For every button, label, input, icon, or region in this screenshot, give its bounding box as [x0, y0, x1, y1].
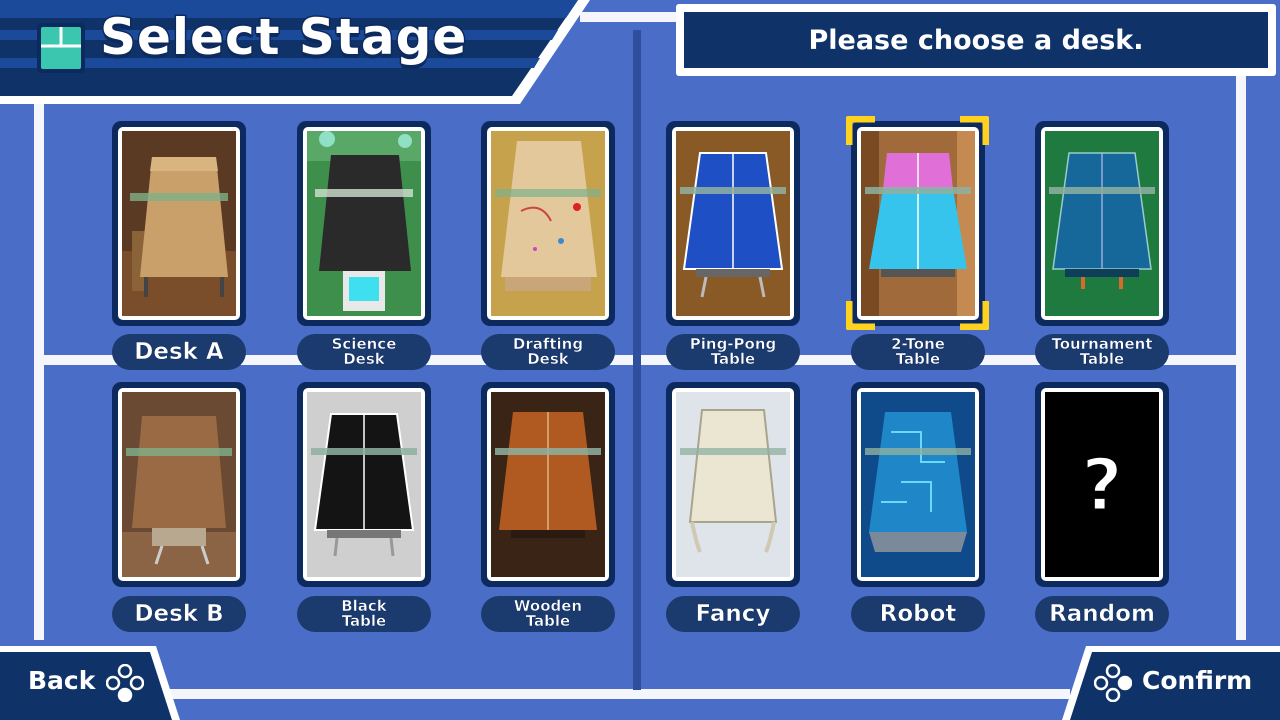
back-label: Back [28, 666, 96, 695]
stage-label-tournament-table: Tournament Table [1035, 334, 1169, 370]
stage-card-tournament-table[interactable] [1035, 121, 1169, 326]
stage-card-desk-a[interactable] [112, 121, 246, 326]
stage-label-drafting-desk: Drafting Desk [481, 334, 615, 370]
court-icon [36, 22, 86, 74]
stage-label-ping-pong-table: Ping-Pong Table [666, 334, 800, 370]
question-mark-icon: ? [1045, 392, 1159, 577]
back-button[interactable]: Back [0, 642, 180, 720]
stage-label-robot: Robot [851, 596, 985, 632]
stage-card-desk-b[interactable] [112, 382, 246, 587]
stage-label-two-tone-table: 2-Tone Table [851, 334, 985, 370]
stage-card-black-table[interactable] [297, 382, 431, 587]
controller-buttons-icon [1094, 664, 1132, 702]
stage-card-robot[interactable] [851, 382, 985, 587]
confirm-label: Confirm [1142, 666, 1253, 695]
court-line-left [34, 100, 44, 640]
court-line-top [580, 12, 676, 22]
prompt-box: Please choose a desk. [676, 4, 1276, 76]
stage-card-wooden-table[interactable] [481, 382, 615, 587]
stage-label-desk-a: Desk A [112, 334, 246, 370]
stage-label-science-desk: Science Desk [297, 334, 431, 370]
stage-label-random: Random [1035, 596, 1169, 632]
stage-card-drafting-desk[interactable] [481, 121, 615, 326]
stage-card-two-tone-table[interactable] [851, 121, 985, 326]
court-net-line [633, 30, 641, 690]
stage-card-random[interactable]: ? [1035, 382, 1169, 587]
svg-text:?: ? [1081, 443, 1123, 527]
confirm-button[interactable]: Confirm [1062, 642, 1280, 720]
controller-buttons-icon [106, 664, 144, 702]
stage-label-black-table: Black Table [297, 596, 431, 632]
stage-label-desk-b: Desk B [112, 596, 246, 632]
stage-label-fancy: Fancy [666, 596, 800, 632]
page-title: Select Stage [98, 7, 468, 68]
stage-card-fancy[interactable] [666, 382, 800, 587]
court-line-bottom [170, 689, 1070, 699]
stage-label-wooden-table: Wooden Table [481, 596, 615, 632]
title-banner: Select Stage [0, 0, 590, 104]
stage-card-science-desk[interactable] [297, 121, 431, 326]
stage-card-ping-pong-table[interactable] [666, 121, 800, 326]
prompt-text: Please choose a desk. [808, 24, 1144, 56]
